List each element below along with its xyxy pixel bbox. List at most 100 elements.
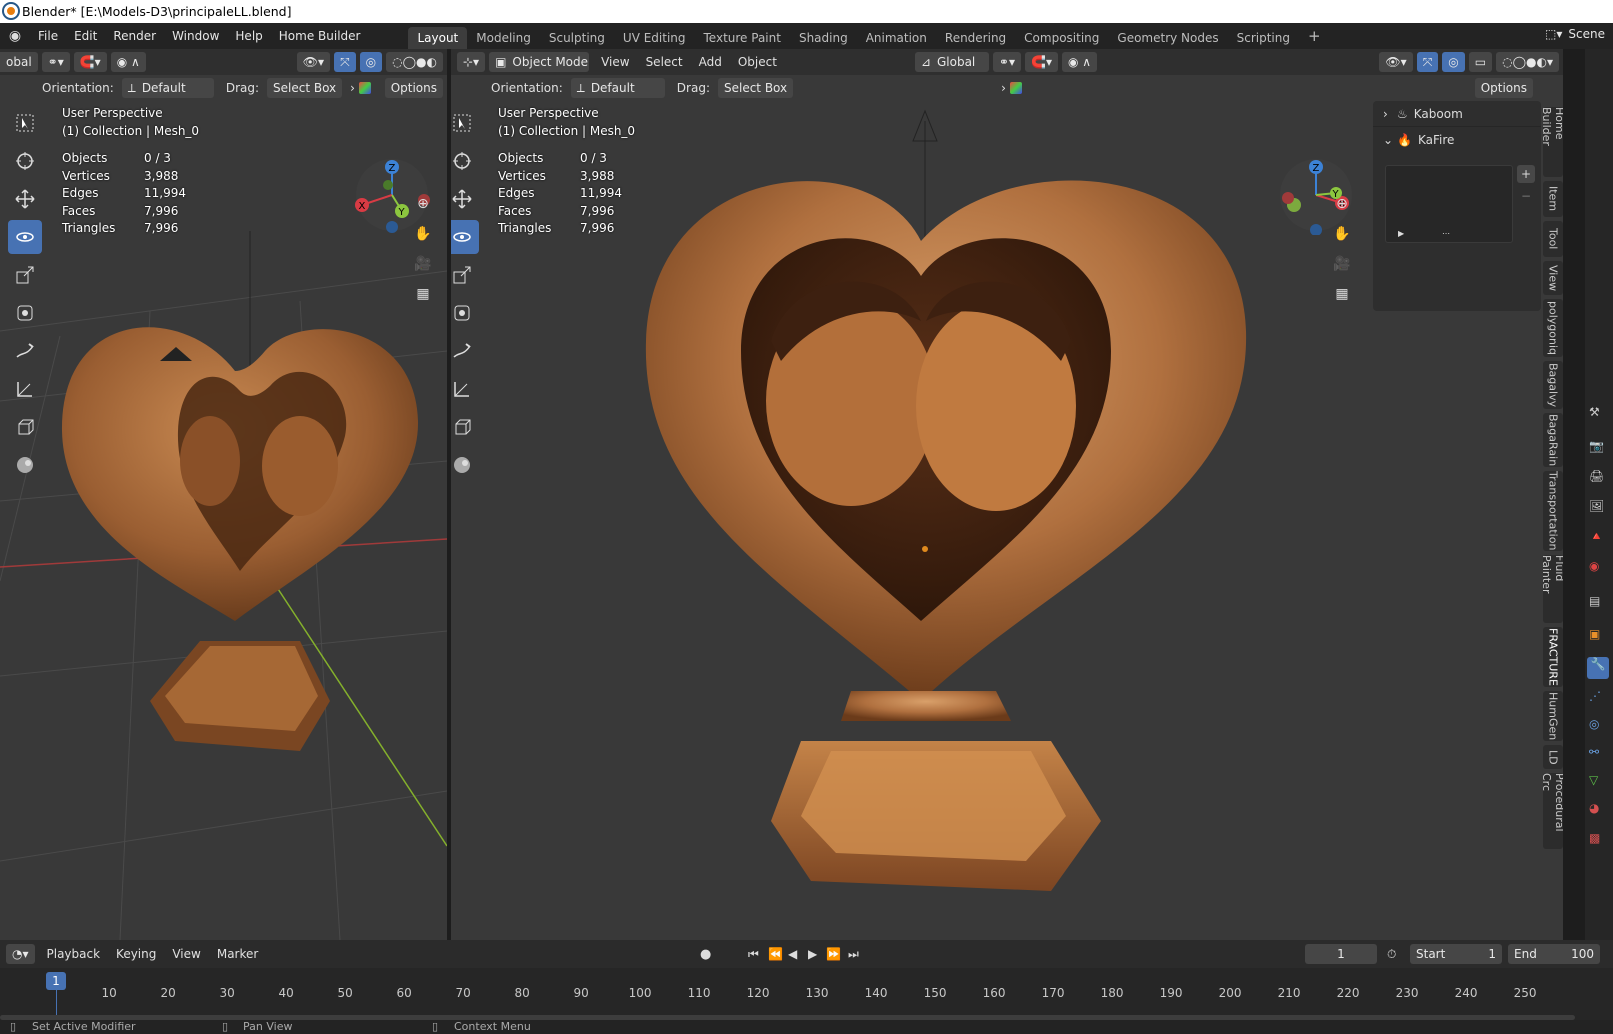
left-options-button[interactable]: Options xyxy=(384,78,443,98)
expand-chevron-icon[interactable]: › xyxy=(346,81,359,95)
tab-geometry-nodes[interactable]: Geometry Nodes xyxy=(1108,27,1227,49)
menu-object[interactable]: Object xyxy=(730,55,785,69)
tab-uv-editing[interactable]: UV Editing xyxy=(614,27,695,49)
shading-ball-tool[interactable] xyxy=(8,448,42,482)
drag-dropdown[interactable]: Select Box xyxy=(267,78,343,98)
resize-grip-icon[interactable]: ⋯ xyxy=(1442,229,1450,238)
blender-menu-icon[interactable]: ◉ xyxy=(0,28,30,44)
n-panel-tab[interactable]: Transportation xyxy=(1543,471,1563,551)
n-panel-tab[interactable]: Tool xyxy=(1543,221,1563,257)
jump-start-icon[interactable]: ⏮ xyxy=(748,947,759,962)
pan-hand-icon[interactable]: ✋ xyxy=(1329,221,1355,247)
transform-tool[interactable] xyxy=(451,296,479,330)
show-overlays-icon[interactable]: ◎ xyxy=(1442,52,1465,72)
viewport-shading-icon[interactable]: ◌◯●◐▾ xyxy=(1496,52,1559,72)
menu-view[interactable]: View xyxy=(593,55,637,69)
overlay-toggle-icon[interactable]: ◎ xyxy=(359,52,383,72)
move-tool[interactable] xyxy=(451,182,479,216)
select-box-tool[interactable] xyxy=(8,106,42,140)
show-gizmo-icon[interactable]: ⤧ xyxy=(1416,52,1439,72)
current-frame-field[interactable]: 1 xyxy=(1305,944,1377,964)
marker-menu[interactable]: Marker xyxy=(209,947,266,961)
n-panel-tab[interactable]: Fluid Painter xyxy=(1540,555,1563,623)
shading-ball-tool[interactable] xyxy=(451,448,479,482)
stopwatch-icon[interactable]: ⏱ xyxy=(1387,947,1396,962)
menu-help[interactable]: Help xyxy=(227,29,270,43)
editor-type-icon[interactable]: ⊹▾ xyxy=(457,52,486,72)
panel-kaboom[interactable]: › ♨ Kaboom xyxy=(1373,101,1541,127)
orientation-dropdown[interactable]: ⟂ Default xyxy=(121,78,214,98)
end-frame-field[interactable]: End 100 xyxy=(1508,944,1600,964)
play-icon[interactable]: ▶ xyxy=(1398,229,1404,238)
pan-hand-icon[interactable]: ✋ xyxy=(410,221,436,247)
material-props-icon[interactable]: ◕ xyxy=(1589,801,1599,815)
snapping-icon[interactable]: 🧲▾ xyxy=(1025,52,1058,72)
n-panel-tab[interactable]: Home Builder xyxy=(1540,107,1563,177)
move-tool[interactable] xyxy=(8,182,42,216)
playhead[interactable]: 1 xyxy=(46,972,66,990)
n-panel-tab[interactable]: Item xyxy=(1543,181,1563,217)
scale-tool[interactable] xyxy=(8,258,42,292)
menu-window[interactable]: Window xyxy=(164,29,227,43)
object-props-icon[interactable]: ▣ xyxy=(1589,627,1600,641)
timeline-editor-icon[interactable]: ◔▾ xyxy=(6,944,35,964)
data-props-icon[interactable]: ▽ xyxy=(1589,773,1598,787)
annotate-tool[interactable] xyxy=(451,334,479,368)
tab-shading[interactable]: Shading xyxy=(790,27,857,49)
add-cube-tool[interactable] xyxy=(451,410,479,444)
zoom-icon[interactable]: ⊕ xyxy=(1329,191,1355,217)
menu-add[interactable]: Add xyxy=(691,55,730,69)
keying-menu[interactable]: Keying xyxy=(108,947,164,961)
tab-compositing[interactable]: Compositing xyxy=(1015,27,1108,49)
menu-home-builder[interactable]: Home Builder xyxy=(271,29,369,43)
panel-kafire[interactable]: ⌄ 🔥 KaFire xyxy=(1373,127,1541,153)
scene-selector[interactable]: ⬚▾ Scene xyxy=(1545,27,1605,41)
play-icon[interactable]: ▶ xyxy=(808,947,817,961)
mode-dropdown[interactable]: ▣ Object Mode xyxy=(489,52,590,72)
menu-render[interactable]: Render xyxy=(105,29,164,43)
proportional-icon[interactable]: ◉ ∧ xyxy=(1061,52,1098,72)
collection-props-icon[interactable]: ▤ xyxy=(1589,594,1600,608)
jump-keyframe-forward-icon[interactable]: ⏩ xyxy=(826,947,841,961)
tool-props-icon[interactable]: ⚒ xyxy=(1589,405,1600,419)
pivot-point-icon[interactable]: ⚭▾ xyxy=(992,52,1021,72)
playback-menu[interactable]: Playback xyxy=(39,947,109,961)
zoom-icon[interactable]: ⊕ xyxy=(410,191,436,217)
n-panel-tab[interactable]: HumGen xyxy=(1543,691,1563,741)
physics-props-icon[interactable]: ◎ xyxy=(1589,717,1599,731)
scene-props-icon[interactable]: 🔺 xyxy=(1589,529,1604,543)
add-workspace-icon[interactable]: + xyxy=(1299,23,1330,49)
left-viewport[interactable]: obal ⚭▾ 🧲▾ ◉ ∧ 👁▾ ⤧ ◎ ◌◯●◐ Orientation: … xyxy=(0,49,447,940)
selectability-icon[interactable]: 👁▾ xyxy=(1379,52,1413,72)
tab-scripting[interactable]: Scripting xyxy=(1228,27,1299,49)
tab-rendering[interactable]: Rendering xyxy=(936,27,1015,49)
menu-edit[interactable]: Edit xyxy=(66,29,105,43)
transform-orientation-dropdown[interactable]: ⊿ Global xyxy=(914,52,989,72)
list-remove-button[interactable]: − xyxy=(1517,187,1535,205)
expand-chevron-icon[interactable]: › xyxy=(997,81,1010,95)
camera-icon[interactable]: 🎥 xyxy=(410,251,436,277)
drag-dropdown[interactable]: Select Box xyxy=(717,78,794,98)
gizmo-toggle-icon[interactable]: ⤧ xyxy=(334,52,356,72)
orientation-dropdown[interactable]: ⟂ Default xyxy=(570,78,665,98)
jump-keyframe-back-icon[interactable]: ⏪ xyxy=(768,947,783,961)
n-panel-tab[interactable]: View xyxy=(1543,261,1563,295)
rotate-tool[interactable] xyxy=(451,220,479,254)
ortho-grid-icon[interactable]: ▦ xyxy=(410,281,436,307)
view-layer-icon[interactable]: 🖼 xyxy=(1589,499,1604,513)
main-viewport[interactable]: ⊹▾ ▣ Object Mode View Select Add Object … xyxy=(451,49,1563,940)
list-add-button[interactable]: + xyxy=(1517,165,1535,183)
tab-animation[interactable]: Animation xyxy=(857,27,936,49)
kafire-list[interactable]: ▶ ⋯ xyxy=(1385,165,1513,243)
scale-tool[interactable] xyxy=(451,258,479,292)
measure-tool[interactable] xyxy=(8,372,42,406)
main-options-button[interactable]: Options xyxy=(1474,78,1533,98)
texture-props-icon[interactable]: ▩ xyxy=(1589,831,1600,845)
rotate-tool[interactable] xyxy=(8,220,42,254)
cursor-tool[interactable] xyxy=(8,144,42,178)
n-panel-tab[interactable]: polygoniq xyxy=(1543,299,1563,357)
tab-sculpting[interactable]: Sculpting xyxy=(540,27,614,49)
n-panel-tab[interactable]: LD xyxy=(1543,745,1563,769)
tab-modeling[interactable]: Modeling xyxy=(467,27,540,49)
menu-select[interactable]: Select xyxy=(638,55,691,69)
